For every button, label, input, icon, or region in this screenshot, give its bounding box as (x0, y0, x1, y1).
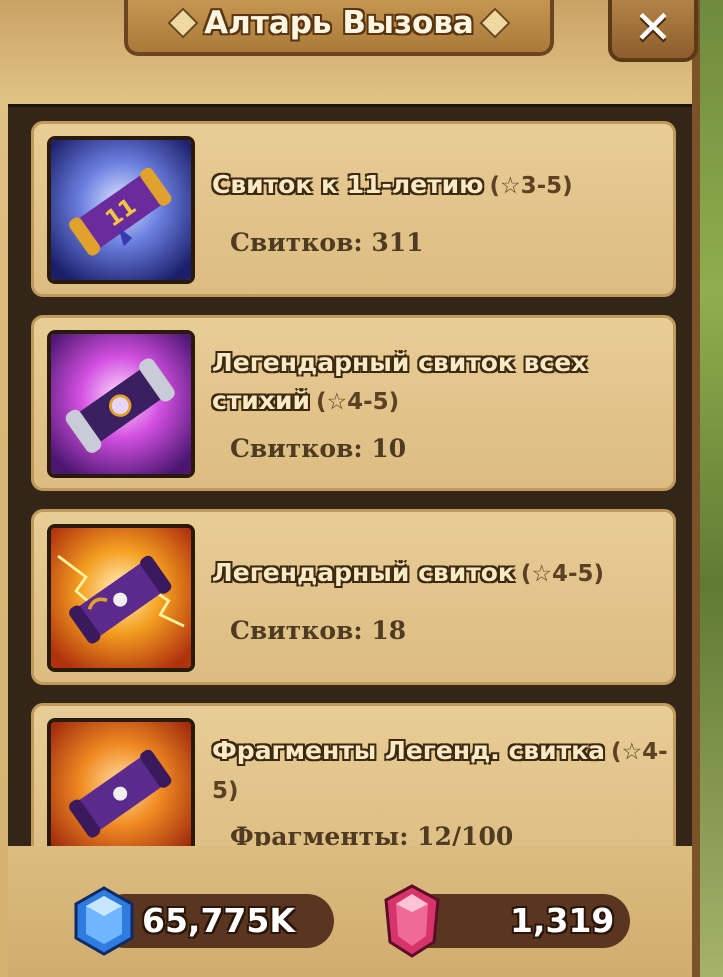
currency-bar: 65,775K 1,319 (8, 846, 692, 977)
anniversary-scroll-icon: 11 (47, 136, 195, 284)
mana-stone-icon (384, 884, 440, 958)
close-button[interactable]: ✕ (608, 0, 698, 62)
scroll-card-legendary-all-elements[interactable]: Легендарный свиток всех стихий (☆4-5) Сви… (31, 315, 676, 491)
title-plaque: Алтарь Вызова (124, 0, 554, 56)
scroll-title: Легендарный свиток (☆4-5) (212, 554, 672, 593)
scroll-card-legendary-fragments[interactable]: Фрагменты Легенд. свитка (☆4-5) Фрагменты… (31, 703, 676, 849)
star-range: (☆4-5) (316, 389, 400, 415)
page-title: Алтарь Вызова (204, 5, 474, 41)
crystals-amount: 65,775K (142, 901, 295, 940)
close-icon: ✕ (633, 0, 673, 54)
scroll-count: Свитков: 18 (230, 616, 407, 645)
scroll-name: Легендарный свиток (212, 558, 515, 587)
scroll-name: Свиток к 11-летию (212, 170, 484, 199)
scroll-name: Фрагменты Легенд. свитка (212, 736, 605, 765)
scroll-title: Фрагменты Легенд. свитка (☆4-5) (212, 732, 672, 810)
legendary-all-elements-scroll-icon (47, 330, 195, 478)
scroll-card-legendary[interactable]: Легендарный свиток (☆4-5) Свитков: 18 (31, 509, 676, 685)
scroll-title: Легендарный свиток всех стихий (☆4-5) (212, 344, 672, 421)
star-range: (☆4-5) (520, 561, 605, 587)
legendary-scroll-fragments-icon (47, 718, 195, 849)
crystal-icon (74, 886, 134, 956)
star-range: (☆3-5) (489, 173, 573, 199)
mana-stones-amount: 1,319 (510, 901, 615, 940)
scroll-list[interactable]: 11 Свиток к 11-летию(☆3-5) Свитков: 311 (8, 104, 692, 849)
scroll-title: Свиток к 11-летию (☆3-5) (212, 166, 672, 205)
diamond-ornament-icon (167, 7, 199, 39)
scroll-count: Свитков: 311 (230, 228, 424, 257)
diamond-ornament-icon (479, 7, 511, 39)
scroll-card-anniversary[interactable]: 11 Свиток к 11-летию (☆3-5) Свитков: 311 (31, 121, 676, 297)
legendary-scroll-icon (47, 524, 195, 672)
scroll-count: Свитков: 10 (230, 434, 407, 463)
scroll-count: Фрагменты: 12/100 (230, 822, 514, 849)
scroll-name: Легендарный свиток всех стихий (212, 348, 588, 415)
